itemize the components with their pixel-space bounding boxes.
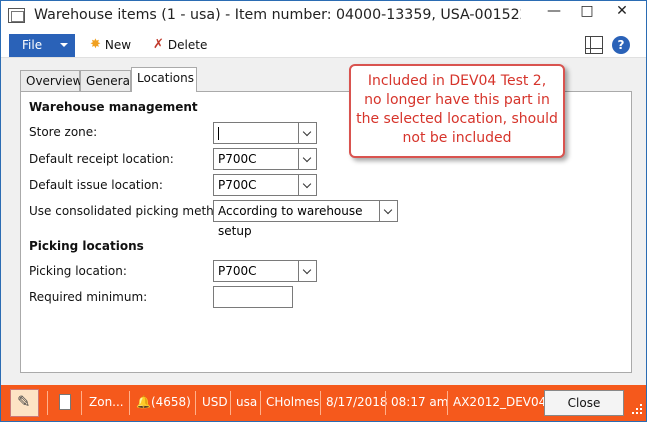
status-separator [320, 391, 321, 415]
warehouse-management-heading: Warehouse management [29, 100, 198, 114]
chevron-down-icon[interactable] [379, 201, 397, 221]
status-bar: Zon... 🔔(4658) USD usa CHolmes 8/17/2018… [1, 385, 646, 421]
new-star-icon: ✸ [90, 37, 101, 52]
document-handling-icon[interactable] [59, 394, 71, 410]
close-button[interactable]: Close [544, 390, 624, 416]
required-minimum-label: Required minimum: [29, 290, 148, 304]
default-receipt-location-value: P700C [218, 152, 257, 166]
app-window-icon [8, 8, 25, 23]
chevron-down-icon[interactable] [298, 123, 316, 143]
status-company[interactable]: usa [236, 394, 257, 412]
layout-icon[interactable] [585, 36, 603, 54]
picking-locations-heading: Picking locations [29, 239, 144, 253]
default-receipt-location-combo[interactable]: P700C [213, 148, 317, 170]
chevron-down-icon [60, 43, 68, 47]
consolidated-picking-select[interactable]: According to warehouse setup [213, 200, 398, 238]
action-pane: File ✸ New ✗ Delete ? [1, 33, 646, 58]
callout-line: the selected location, should [356, 111, 558, 127]
status-user[interactable]: CHolmes [266, 394, 319, 412]
file-menu-label: File [22, 38, 43, 52]
notifications-indicator[interactable]: 🔔(4658) [136, 394, 191, 412]
status-separator [47, 391, 48, 415]
chevron-down-icon[interactable] [298, 261, 316, 281]
title-bar: Warehouse items (1 - usa) - Item number:… [1, 1, 646, 33]
status-separator [81, 391, 82, 415]
status-zone[interactable]: Zon... [89, 394, 124, 412]
default-receipt-location-label: Default receipt location: [29, 152, 174, 166]
status-separator [129, 391, 130, 415]
new-label: New [104, 38, 132, 52]
store-zone-combo[interactable] [213, 122, 317, 144]
picking-location-value: P700C [218, 264, 257, 278]
text-cursor [218, 127, 219, 140]
default-issue-location-label: Default issue location: [29, 178, 163, 192]
delete-x-icon: ✗ [153, 37, 164, 52]
status-environment[interactable]: AX2012_DEV04 [453, 394, 546, 412]
status-separator [385, 391, 386, 415]
callout-line: no longer have this part in [364, 92, 550, 108]
delete-button[interactable]: ✗ Delete [153, 37, 207, 55]
status-separator [447, 391, 448, 415]
help-icon[interactable]: ? [612, 36, 630, 54]
bell-icon: 🔔 [136, 395, 151, 409]
resize-grip-icon[interactable] [631, 404, 643, 416]
callout-line: not be included [402, 130, 512, 146]
picking-location-label: Picking location: [29, 264, 127, 278]
store-zone-label: Store zone: [29, 125, 98, 139]
callout-line: Included in DEV04 Test 2, [367, 73, 547, 89]
close-window-button[interactable]: ✕ [599, 1, 645, 23]
tab-general[interactable]: General [80, 70, 133, 91]
default-issue-location-value: P700C [218, 178, 257, 192]
status-date[interactable]: 8/17/2018 [326, 394, 388, 412]
picking-location-combo[interactable]: P700C [213, 260, 317, 282]
consolidated-picking-label: Use consolidated picking method: [29, 204, 233, 218]
window-title: Warehouse items (1 - usa) - Item number:… [34, 7, 521, 23]
required-minimum-input[interactable] [213, 286, 293, 308]
chevron-down-icon[interactable] [298, 175, 316, 195]
status-separator [195, 391, 196, 415]
status-time[interactable]: 08:17 am [391, 394, 448, 412]
new-button[interactable]: ✸ New [90, 37, 131, 55]
chevron-down-icon[interactable] [298, 149, 316, 169]
annotation-callout: Included in DEV04 Test 2, no longer have… [349, 64, 565, 158]
window: Warehouse items (1 - usa) - Item number:… [0, 0, 647, 422]
tab-locations[interactable]: Locations [131, 67, 197, 92]
default-issue-location-combo[interactable]: P700C [213, 174, 317, 196]
status-separator [260, 391, 261, 415]
delete-label: Delete [167, 38, 208, 52]
file-menu-button[interactable]: File [9, 34, 75, 57]
tab-overview[interactable]: Overview [20, 70, 83, 91]
status-currency[interactable]: USD [202, 394, 228, 412]
edit-mode-icon[interactable] [10, 389, 39, 417]
status-separator [230, 391, 231, 415]
notifications-count: (4658) [150, 395, 191, 409]
